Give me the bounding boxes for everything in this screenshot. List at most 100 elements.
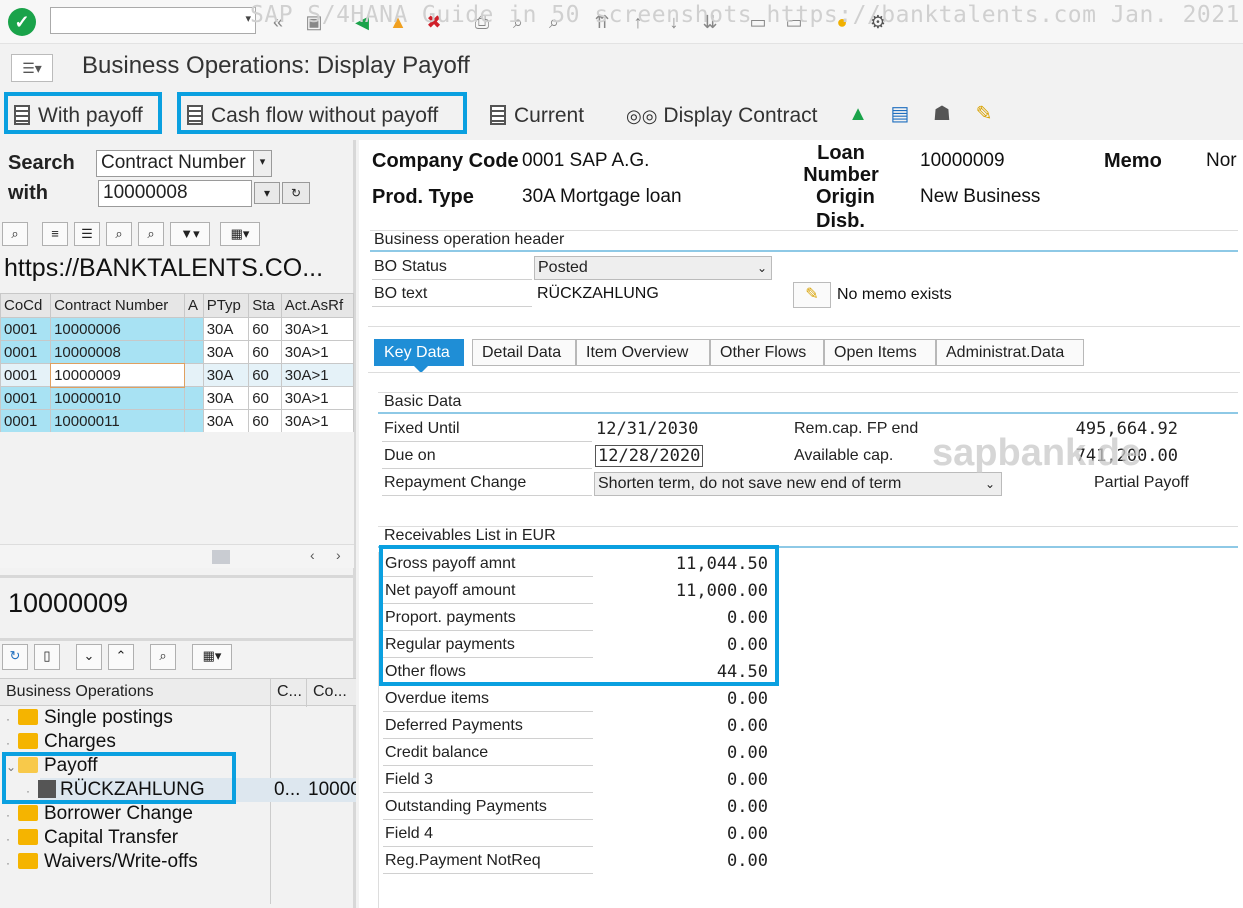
tab-administrative-data[interactable]: Administrat.Data bbox=[936, 339, 1084, 366]
partial-payoff-label: Partial Payoff bbox=[1094, 474, 1189, 491]
fixed-until-label: Fixed Until bbox=[382, 420, 592, 442]
memo-label: Memo bbox=[1104, 150, 1162, 172]
memo-icon[interactable]: ✎ bbox=[970, 100, 998, 128]
filter-list-icon[interactable]: ☰ bbox=[74, 222, 100, 246]
sapbank-watermark: sapbank.de bbox=[932, 432, 1142, 474]
tab-detail-data[interactable]: Detail Data bbox=[472, 339, 576, 366]
grid-toolbar: ⌕ ≡ ☰ ⌕ ⌕ ▼▾ ▦▾ bbox=[2, 222, 354, 246]
available-cap-label: Available cap. bbox=[794, 447, 894, 464]
tree-column-header[interactable]: C... bbox=[270, 679, 302, 707]
column-header[interactable]: CoCd bbox=[0, 293, 52, 318]
scroll-thumb[interactable] bbox=[212, 550, 230, 564]
tree-item-waivers[interactable]: · Waivers/Write-offs bbox=[6, 850, 198, 874]
find-icon[interactable]: ⌕ bbox=[106, 222, 132, 246]
command-field[interactable]: ▾ bbox=[50, 7, 256, 34]
bo-status-select[interactable]: Posted ⌄ bbox=[534, 256, 772, 280]
bo-header-section: Business operation header bbox=[370, 230, 1238, 252]
enter-check-icon[interactable]: ✓ bbox=[8, 8, 36, 36]
repayment-change-select[interactable]: Shorten term, do not save new end of ter… bbox=[594, 472, 1002, 496]
origin-value: New Business bbox=[920, 186, 1041, 207]
table-icon bbox=[14, 105, 30, 125]
receivable-value: 0.00 bbox=[727, 689, 768, 709]
layout-icon[interactable]: ▦▾ bbox=[192, 644, 232, 670]
memo-icon[interactable]: ✎ bbox=[793, 282, 831, 308]
memo-value: Nor bbox=[1206, 150, 1237, 171]
receivable-value: 0.00 bbox=[727, 797, 768, 817]
collapse-all-icon[interactable]: ⌃ bbox=[108, 644, 134, 670]
chart-icon[interactable]: ▲ bbox=[844, 100, 872, 128]
receivable-value: 0.00 bbox=[727, 770, 768, 790]
chevron-down-icon[interactable]: ⌄ bbox=[757, 257, 767, 279]
horizontal-scrollbar[interactable]: ‹ › bbox=[0, 544, 354, 568]
new-document-icon[interactable]: ▯ bbox=[34, 644, 60, 670]
column-divider bbox=[270, 706, 271, 904]
splitter[interactable] bbox=[0, 575, 354, 578]
filter-icon[interactable]: ▼▾ bbox=[170, 222, 210, 246]
find-next-icon[interactable]: ⌕ bbox=[138, 222, 164, 246]
tab-key-data[interactable]: Key Data bbox=[374, 339, 464, 366]
menu-icon[interactable]: ☰▾ bbox=[11, 54, 53, 82]
table-row[interactable]: 0001 10000006 30A 60 30A>1 bbox=[0, 317, 355, 341]
layout-icon[interactable]: ▦▾ bbox=[220, 222, 260, 246]
search-field-select[interactable]: Contract Number ▾ bbox=[96, 150, 272, 177]
due-on-value[interactable]: 12/28/2020 bbox=[595, 445, 704, 467]
refresh-icon[interactable]: ↻ bbox=[2, 644, 28, 670]
folder-icon bbox=[18, 805, 38, 821]
tree-column-header[interactable]: Co... bbox=[306, 679, 347, 707]
scroll-right-icon[interactable]: › bbox=[336, 547, 341, 563]
column-header[interactable]: Act.AsRf bbox=[280, 293, 355, 318]
divider bbox=[368, 372, 1240, 373]
chevron-down-icon[interactable]: ⌄ bbox=[985, 473, 995, 495]
receivable-value: 0.00 bbox=[727, 716, 768, 736]
tree-column-header[interactable]: Business Operations bbox=[6, 679, 154, 705]
scroll-left-icon[interactable]: ‹ bbox=[310, 547, 315, 563]
display-contract-button[interactable]: ◎◎ Display Contract bbox=[626, 96, 817, 138]
glasses-icon: ◎◎ bbox=[626, 106, 658, 126]
watermark-text: SAP S/4HANA Guide in 50 screenshots http… bbox=[250, 2, 1240, 28]
table-row[interactable]: 0001 10000008 30A 60 30A>1 bbox=[0, 340, 355, 364]
expand-all-icon[interactable]: ⌄ bbox=[76, 644, 102, 670]
tree-item-capital-transfer[interactable]: · Capital Transfer bbox=[6, 826, 178, 850]
find-icon[interactable]: ⌕ bbox=[150, 644, 176, 670]
tree-cell: 0... bbox=[274, 779, 301, 800]
splitter[interactable] bbox=[0, 638, 354, 641]
table-row[interactable]: 0001 10000011 30A 60 30A>1 bbox=[0, 409, 355, 433]
bo-status-label: BO Status bbox=[372, 258, 532, 280]
disb-label: Disb. bbox=[816, 210, 865, 228]
dropdown-button[interactable]: ▾ bbox=[254, 182, 280, 204]
tab-item-overview[interactable]: Item Overview bbox=[576, 339, 710, 366]
column-header[interactable]: PTyp bbox=[202, 293, 250, 318]
column-header[interactable]: Contract Number bbox=[50, 293, 185, 318]
folder-icon bbox=[18, 853, 38, 869]
divider bbox=[368, 326, 1240, 327]
column-header[interactable]: Sta bbox=[248, 293, 282, 318]
tree-item-borrower-change[interactable]: · Borrower Change bbox=[6, 802, 193, 826]
cash-flow-without-payoff-button[interactable]: Cash flow without payoff bbox=[177, 92, 467, 134]
search-value-input[interactable]: 10000008 bbox=[98, 180, 252, 207]
receivable-label: Outstanding Payments bbox=[383, 798, 593, 820]
origin-label: Origin bbox=[816, 186, 875, 208]
table-row[interactable]: 0001 10000010 30A 60 30A>1 bbox=[0, 386, 355, 410]
repayment-change-label: Repayment Change bbox=[382, 474, 592, 496]
sort-icon[interactable]: ≡ bbox=[42, 222, 68, 246]
receivable-label: Field 4 bbox=[383, 825, 593, 847]
company-code-label: Company Code bbox=[372, 150, 519, 172]
receivable-label: Credit balance bbox=[383, 744, 593, 766]
highlight-frame bbox=[379, 545, 779, 686]
tree-item-charges[interactable]: · Charges bbox=[6, 730, 116, 754]
details-icon[interactable]: ⌕ bbox=[2, 222, 28, 246]
tree-item-single-postings[interactable]: · Single postings bbox=[6, 706, 173, 730]
list-icon[interactable]: ▤ bbox=[886, 100, 914, 128]
folder-icon bbox=[18, 709, 38, 725]
column-header[interactable]: A bbox=[183, 293, 204, 318]
with-payoff-button[interactable]: With payoff bbox=[4, 92, 162, 134]
memo-status-text: No memo exists bbox=[837, 286, 952, 303]
chevron-down-icon[interactable]: ▾ bbox=[253, 151, 271, 176]
tab-open-items[interactable]: Open Items bbox=[824, 339, 936, 366]
execute-search-icon[interactable]: ↻ bbox=[282, 182, 310, 204]
loan-number-value: 10000009 bbox=[920, 150, 1005, 171]
user-icon[interactable]: ☗ bbox=[928, 100, 956, 128]
tab-other-flows[interactable]: Other Flows bbox=[710, 339, 824, 366]
current-button[interactable]: Current bbox=[490, 96, 584, 138]
table-row-selected[interactable]: 0001 10000009 30A 60 30A>1 bbox=[0, 362, 355, 388]
